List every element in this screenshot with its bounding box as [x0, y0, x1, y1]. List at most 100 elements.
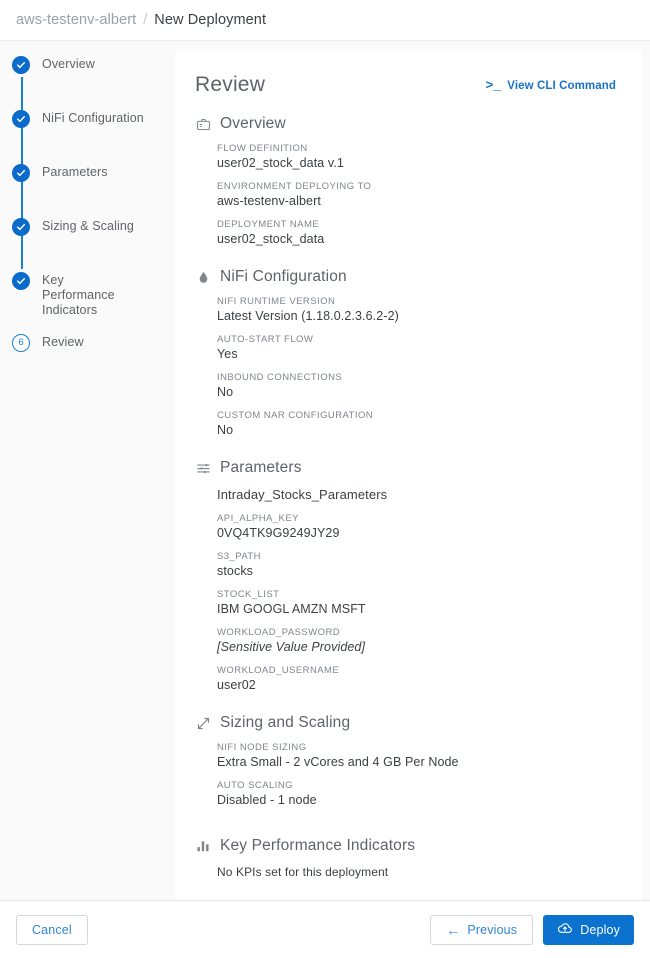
cancel-button[interactable]: Cancel [16, 914, 88, 945]
breadcrumb-separator: / [143, 12, 148, 28]
field-stock-list: STOCK_LIST IBM GOOGL AMZN MSFT [217, 589, 616, 616]
review-panel: Review >_ View CLI Command Overview FLOW… [175, 41, 650, 905]
stepper-item-parameters[interactable]: Parameters [12, 161, 175, 197]
field-label: ENVIRONMENT DEPLOYING TO [217, 181, 372, 192]
field-nifi-runtime-version: NIFI RUNTIME VERSION Latest Version (1.1… [217, 296, 616, 323]
wizard-body: Overview NiFi Configuration Parameters S… [0, 40, 650, 905]
field-label: DEPLOYMENT NAME [217, 219, 320, 230]
field-nifi-node-sizing: NIFI NODE SIZING Extra Small - 2 vCores … [217, 742, 616, 769]
field-label: FLOW DEFINITION [217, 143, 308, 154]
field-label: NIFI RUNTIME VERSION [217, 296, 336, 307]
field-value: Extra Small - 2 vCores and 4 GB Per Node [217, 755, 459, 769]
field-value: 0VQ4TK9G9249JY29 [217, 526, 340, 540]
section-parameters: Parameters Intraday_Stocks_Parameters AP… [195, 459, 616, 692]
section-body: No KPIs set for this deployment [195, 865, 616, 879]
section-title: Overview [220, 115, 286, 132]
field-deployment-name: DEPLOYMENT NAME user02_stock_data [217, 219, 616, 246]
cloud-upload-icon [557, 920, 573, 939]
field-workload-username: WORKLOAD_USERNAME user02 [217, 665, 616, 692]
step-number-badge: 6 [12, 334, 30, 352]
wizard-footer: Cancel ← Previous Deploy [0, 900, 650, 958]
stepper-marker [12, 272, 30, 290]
section-sizing-and-scaling: Sizing and Scaling NIFI NODE SIZING Extr… [195, 714, 616, 807]
sliders-icon [195, 460, 211, 476]
section-header: Overview [195, 115, 616, 133]
stepper-item-review[interactable]: 6 Review [12, 331, 175, 367]
section-header: NiFi Configuration [195, 268, 616, 286]
terminal-icon: >_ [485, 78, 502, 93]
check-icon [12, 56, 30, 74]
breadcrumb-parent-link[interactable]: aws-testenv-albert [16, 12, 136, 28]
stepper-item-overview[interactable]: Overview [12, 53, 175, 89]
breadcrumb-current: New Deployment [154, 12, 267, 28]
field-value: user02_stock_data [217, 232, 325, 246]
field-value: No [217, 423, 234, 437]
field-value: Latest Version (1.18.0.2.3.6.2-2) [217, 309, 399, 323]
field-value: [Sensitive Value Provided] [217, 640, 366, 654]
section-header: Key Performance Indicators [195, 837, 616, 855]
new-deployment-wizard: aws-testenv-albert / New Deployment Over… [0, 0, 650, 958]
field-auto-start-flow: AUTO-START FLOW Yes [217, 334, 616, 361]
review-header: Review >_ View CLI Command [195, 73, 616, 97]
field-value: stocks [217, 564, 254, 578]
water-droplet-icon [195, 269, 211, 285]
parameter-set-name: Intraday_Stocks_Parameters [217, 487, 388, 502]
deploy-button-label: Deploy [580, 922, 620, 937]
section-body: NIFI NODE SIZING Extra Small - 2 vCores … [195, 742, 616, 807]
field-environment-deploying-to: ENVIRONMENT DEPLOYING TO aws-testenv-alb… [217, 181, 616, 208]
view-cli-command-link[interactable]: >_ View CLI Command [485, 79, 616, 92]
stepper-item-sizing-scaling[interactable]: Sizing & Scaling [12, 215, 175, 251]
section-header: Sizing and Scaling [195, 714, 616, 732]
field-label: CUSTOM NAR CONFIGURATION [217, 410, 374, 421]
check-icon [12, 110, 30, 128]
field-label: API_ALPHA_KEY [217, 513, 299, 524]
stepper-marker [12, 56, 30, 74]
section-header: Parameters [195, 459, 616, 477]
review-card: Review >_ View CLI Command Overview FLOW… [175, 51, 642, 905]
section-nifi-configuration: NiFi Configuration NIFI RUNTIME VERSION … [195, 268, 616, 437]
field-value: Yes [217, 347, 238, 361]
stepper-item-key-performance-indicators[interactable]: Key Performance Indicators [12, 269, 175, 317]
section-key-performance-indicators: Key Performance Indicators No KPIs set f… [195, 837, 616, 879]
section-title: NiFi Configuration [220, 268, 347, 285]
field-auto-scaling: AUTO SCALING Disabled - 1 node [217, 780, 616, 807]
field-label: S3_PATH [217, 551, 261, 562]
stepper-item-nifi-configuration[interactable]: NiFi Configuration [12, 107, 175, 143]
bar-chart-icon [195, 838, 211, 854]
field-value: user02 [217, 678, 256, 692]
field-label: NIFI NODE SIZING [217, 742, 307, 753]
section-body: Intraday_Stocks_Parameters API_ALPHA_KEY… [195, 487, 616, 692]
page-title: Review [195, 73, 266, 96]
check-icon [12, 164, 30, 182]
stepper-label: Review [42, 335, 84, 349]
field-label: AUTO SCALING [217, 780, 293, 791]
field-label: WORKLOAD_PASSWORD [217, 627, 341, 638]
footer-actions: ← Previous Deploy [430, 914, 634, 945]
stepper-marker: 6 [12, 334, 30, 352]
wizard-stepper: Overview NiFi Configuration Parameters S… [0, 41, 175, 900]
stepper-marker [12, 164, 30, 182]
stepper-label: Overview [42, 57, 95, 71]
section-title: Key Performance Indicators [220, 837, 416, 854]
stepper-label: Sizing & Scaling [42, 219, 134, 233]
previous-button-label: Previous [467, 922, 518, 937]
deploy-button[interactable]: Deploy [543, 914, 634, 945]
briefcase-icon [195, 116, 211, 132]
section-overview: Overview FLOW DEFINITION user02_stock_da… [195, 115, 616, 246]
field-custom-nar-configuration: CUSTOM NAR CONFIGURATION No [217, 410, 616, 437]
field-label: INBOUND CONNECTIONS [217, 372, 343, 383]
field-label: AUTO-START FLOW [217, 334, 314, 345]
check-icon [12, 272, 30, 290]
section-title: Sizing and Scaling [220, 714, 351, 731]
field-inbound-connections: INBOUND CONNECTIONS No [217, 372, 616, 399]
section-title: Parameters [220, 459, 302, 476]
kpi-empty-message: No KPIs set for this deployment [217, 865, 389, 879]
previous-button[interactable]: ← Previous [430, 914, 534, 945]
field-s3-path: S3_PATH stocks [217, 551, 616, 578]
arrow-left-icon: ← [446, 921, 461, 938]
stepper-label: NiFi Configuration [42, 111, 144, 125]
field-flow-definition: FLOW DEFINITION user02_stock_data v.1 [217, 143, 616, 170]
section-body: NIFI RUNTIME VERSION Latest Version (1.1… [195, 296, 616, 437]
field-label: STOCK_LIST [217, 589, 280, 600]
stepper-steps: Overview NiFi Configuration Parameters S… [0, 53, 175, 367]
